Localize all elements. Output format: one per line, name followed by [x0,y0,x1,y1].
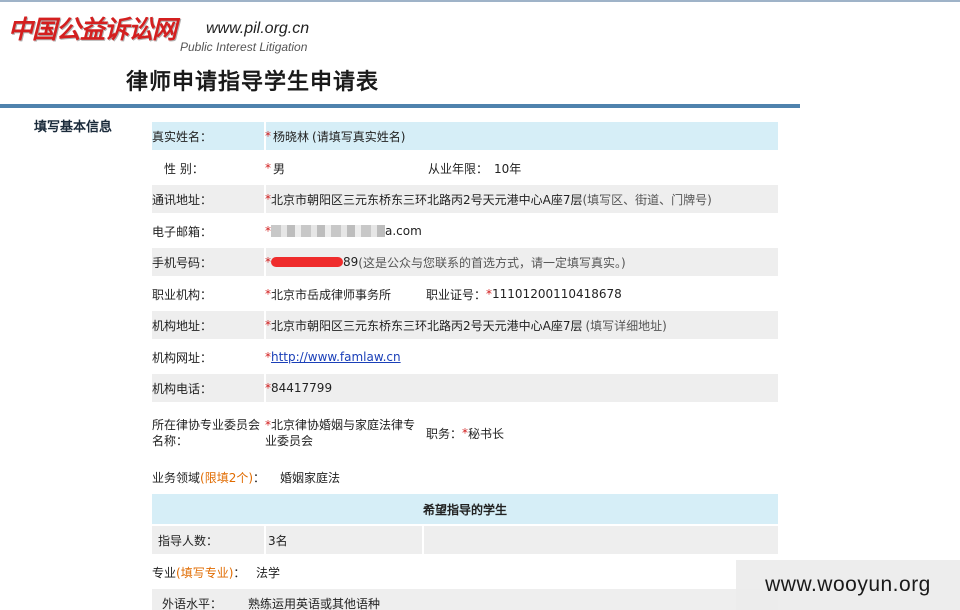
student-count-label: 指导人数： [158,533,219,548]
org-address-field: * 北京市朝阳区三元东桥东三环北路丙2号天元港中心A座7层 (填写详细地址) [265,311,667,339]
org-address-label: 机构地址： [152,318,213,333]
site-logo[interactable]: 中国公益诉讼网 www.pil.org.cn Public Interest L… [8,10,338,58]
logo-subtitle: Public Interest Litigation [180,40,308,54]
domain-label-colon: ： [253,470,266,485]
org-address-value: 北京市朝阳区三元东桥东三环北路丙2号天元港中心A座7层 [271,318,583,333]
cert-label: 职业证号： [426,287,487,302]
years-label: 从业年限： [428,161,489,176]
redacted-mark [271,257,343,267]
name-field: * 杨晓林 (请填写真实姓名) [265,122,405,150]
phone-value-tail: 89 [343,255,359,269]
form-row-address: 通讯地址： * 北京市朝阳区三元东桥东三环北路丙2号天元港中心A座7层 (填写区… [152,185,778,213]
email-field: * a.com [265,217,422,245]
form-row-phone: 手机号码： * 89 (这是公众与您联系的首选方式，请一定填写真实。) [152,248,778,276]
name-label: 真实姓名： [152,129,213,144]
students-header: 希望指导的学生 [152,494,778,524]
domain-value: 婚姻家庭法 [280,470,341,485]
domain-label-note: (限填2个) [200,470,254,485]
form-row-gender: 性 别： * 男 从业年限： 10年 [152,154,778,182]
committee-value: 北京律协婚姻与家庭法律专业委员会 [265,418,416,448]
major-value: 法学 [256,565,281,580]
org-address-hint: (填写详细地址) [585,318,667,333]
major-label-text: 专业 [152,565,177,580]
form-row-name: 真实姓名： * 杨晓林 (请填写真实姓名) [152,122,778,150]
form-row-domain: 业务领域 (限填2个) ： 婚姻家庭法 [152,463,778,491]
address-label: 通讯地址： [152,192,213,207]
years-field: 从业年限： 10年 [428,154,521,182]
form-row-org-address: 机构地址： * 北京市朝阳区三元东桥东三环北路丙2号天元港中心A座7层 (填写详… [152,311,778,339]
domain-label: 业务领域 (限填2个) ： [152,463,265,491]
gender-label: 性 别： [164,161,204,176]
cert-value: 11101200110418678 [492,287,622,301]
form-row-org-site: 机构网址： * http://www.famlaw.cn [152,343,778,371]
gender-value: 男 [273,161,286,176]
form-row-email: 电子邮箱： * a.com [152,217,778,245]
committee-field: *北京律协婚姻与家庭法律专业委员会 [265,410,421,456]
major-label-note: (填写专业) [176,565,234,580]
committee-label: 所在律协专业委员会名称： [152,418,261,448]
org-field: * 北京市岳成律师事务所 [265,280,391,308]
form-row-org-phone: 机构电话： * 84417799 [152,374,778,402]
org-label: 职业机构： [152,287,213,302]
org-site-field: * http://www.famlaw.cn [265,343,401,371]
column-separator [264,526,266,554]
org-site-link[interactable]: http://www.famlaw.cn [271,350,401,364]
watermark: www.wooyun.org [736,560,960,610]
page-title: 律师申请指导学生申请表 [126,70,380,95]
form-row-student-count: 指导人数： 3名 [152,526,778,554]
name-hint: (请填写真实姓名) [312,129,406,144]
name-value: 杨晓林 [273,129,310,144]
email-value-tail: a.com [385,224,422,238]
phone-field: * 89 (这是公众与您联系的首选方式，请一定填写真实。) [265,248,626,276]
org-value: 北京市岳成律师事务所 [271,287,392,302]
org-phone-field: * 84417799 [265,374,332,402]
form-row-committee: 所在律协专业委员会名称： *北京律协婚姻与家庭法律专业委员会 职务： * 秘书长 [152,410,778,456]
section-label: 填写基本信息 [34,120,113,135]
column-separator [422,526,424,554]
cert-field: 职业证号： * 11101200110418678 [426,280,622,308]
email-label: 电子邮箱： [152,224,213,239]
form-row-major: 专业 (填写专业) ： 法学 [152,558,778,586]
role-label: 职务： [426,426,463,441]
form-row-org: 职业机构： * 北京市岳成律师事务所 职业证号： * 1110120011041… [152,280,778,308]
phone-hint: (这是公众与您联系的首选方式，请一定填写真实。) [358,255,626,270]
address-value: 北京市朝阳区三元东桥东三环北路丙2号天元港中心A座7层 [271,192,583,207]
phone-label: 手机号码： [152,255,213,270]
required-star: * [265,161,271,175]
org-site-label: 机构网址： [152,350,213,365]
redacted-blur [271,225,385,237]
address-field: * 北京市朝阳区三元东桥东三环北路丙2号天元港中心A座7层 (填写区、街道、门牌… [265,185,712,213]
org-phone-label: 机构电话： [152,381,213,396]
header-divider [0,104,800,108]
logo-url: www.pil.org.cn [206,20,310,37]
logo-text: 中国公益诉讼网 [8,15,177,44]
org-phone-value: 84417799 [271,381,333,395]
student-count-value: 3名 [268,533,288,548]
role-value: 秘书长 [468,426,505,441]
domain-label-text: 业务领域 [152,470,201,485]
major-label-colon: ： [233,565,246,580]
language-label: 外语水平： [162,596,223,610]
role-field: 职务： * 秘书长 [426,410,504,456]
years-value: 10年 [494,161,522,176]
major-label: 专业 (填写专业) ： [152,558,245,586]
address-hint: (填写区、街道、门牌号) [582,192,712,207]
required-star: * [265,129,271,143]
language-value: 熟练运用英语或其他语种 [248,596,381,610]
committee-text: *北京律协婚姻与家庭法律专业委员会 [265,417,421,449]
gender-field: * 男 [265,154,285,182]
form-row-language: 外语水平： 熟练运用英语或其他语种 [152,589,778,610]
top-border [0,0,960,2]
